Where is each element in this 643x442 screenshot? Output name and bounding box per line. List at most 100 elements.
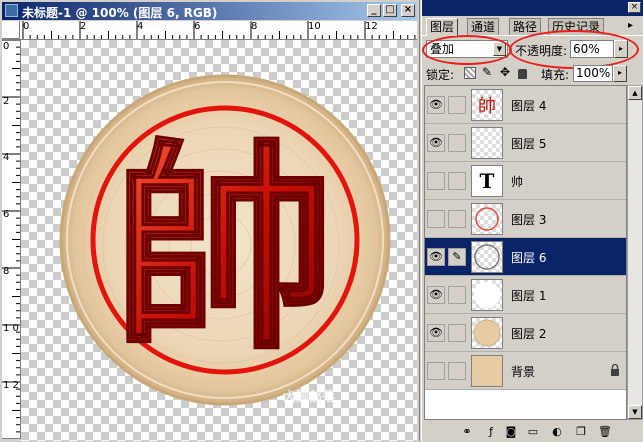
new-group-icon[interactable]: ▭ — [526, 425, 540, 439]
link-slot[interactable] — [448, 134, 466, 152]
link-slot[interactable] — [448, 96, 466, 114]
maximize-button[interactable]: □ — [383, 4, 397, 17]
eye-slot-hidden[interactable] — [427, 362, 445, 380]
link-slot[interactable] — [448, 210, 466, 228]
h-ruler-label: 2 — [80, 21, 87, 32]
watermark-text: 大脚部落 — [283, 390, 336, 405]
opacity-slider-arrow[interactable]: ▸ — [614, 40, 628, 58]
canvas[interactable]: 帥 大脚部落 — [21, 40, 417, 441]
tab-history[interactable]: 历史记录 — [548, 18, 605, 35]
layers-palette: × 图层 通道 路径 历史记录 ▸ 叠加 ▼ 不透明度: 60% ▸ 锁定: ✎… — [421, 0, 643, 441]
layer-row[interactable]: 👁 图层 5 — [425, 124, 626, 162]
close-button[interactable]: × — [401, 4, 415, 17]
document-title-bar[interactable]: 未标题-1 @ 100% (图层 6, RGB) _ □ × — [2, 2, 417, 20]
lock-all-icon[interactable] — [518, 69, 527, 79]
link-slot[interactable] — [448, 286, 466, 304]
h-ruler-label: 0 — [23, 21, 30, 32]
add-mask-icon[interactable]: ◙ — [504, 425, 518, 439]
layers-scrollbar[interactable]: ▲ ▼ — [627, 85, 643, 420]
eye-slot-hidden[interactable] — [427, 172, 445, 190]
fill-label: 填充: — [541, 68, 570, 82]
ruler-origin[interactable] — [2, 21, 20, 39]
link-slot[interactable] — [448, 324, 466, 342]
vertical-ruler[interactable]: 0 2 4 6 8 1 0 1 2 — [2, 39, 21, 439]
blend-mode-dropdown[interactable]: 叠加 ▼ — [426, 40, 508, 58]
new-layer-icon[interactable]: ❐ — [574, 425, 588, 439]
photoshop-doc-icon — [5, 4, 18, 17]
eye-icon[interactable]: 👁 — [427, 96, 445, 114]
layer-row[interactable]: 图层 3 — [425, 200, 626, 238]
add-style-icon[interactable]: ƒ — [484, 425, 498, 439]
opacity-field[interactable]: 60% — [570, 40, 614, 58]
eye-icon[interactable]: 👁 — [427, 134, 445, 152]
lock-transparency-icon[interactable] — [464, 67, 476, 79]
palette-bottom-bar: ⚭ ƒ ◙ ▭ ◐ ❐ 🗑 — [422, 422, 643, 442]
eye-icon[interactable]: 👁 — [427, 286, 445, 304]
lock-icon — [610, 363, 620, 376]
scroll-down-arrow[interactable]: ▼ — [628, 405, 642, 419]
v-ruler-label: 2 — [3, 96, 10, 107]
eye-slot-hidden[interactable] — [427, 210, 445, 228]
lock-move-icon[interactable]: ✥ — [500, 66, 512, 79]
layer-thumbnail: 帥 — [471, 89, 503, 121]
h-ruler-label: 6 — [194, 21, 201, 32]
horizontal-ruler[interactable]: 0 2 4 6 8 10 12 — [20, 21, 417, 40]
eye-icon[interactable]: 👁 — [427, 324, 445, 342]
eye-icon[interactable]: 👁 — [427, 248, 445, 266]
trash-icon[interactable]: 🗑 — [598, 425, 612, 439]
scroll-up-arrow[interactable]: ▲ — [628, 86, 642, 100]
fill-slider-arrow[interactable]: ▸ — [613, 65, 627, 82]
layer-thumbnail — [471, 127, 503, 159]
layer-name: 图层 4 — [511, 99, 547, 113]
layer-row-selected[interactable]: 👁 ✎ 图层 6 — [425, 238, 626, 276]
v-ruler-label: 8 — [3, 266, 10, 277]
layer-name: 图层 5 — [511, 137, 547, 151]
minimize-button[interactable]: _ — [367, 4, 381, 17]
tab-channels[interactable]: 通道 — [467, 18, 500, 35]
layer-row[interactable]: 👁 图层 2 — [425, 314, 626, 352]
lock-label: 锁定: — [426, 68, 455, 82]
palette-body: 叠加 ▼ 不透明度: 60% ▸ 锁定: ✎ ✥ 填充: 100% ▸ 👁 帥 — [422, 30, 643, 442]
brush-icon[interactable]: ✎ — [448, 248, 466, 266]
palette-close-button[interactable]: × — [628, 2, 641, 13]
v-ruler-label: 0 — [3, 41, 10, 52]
layers-list: 👁 帥 图层 4 👁 图层 5 T 帅 图层 3 👁 ✎ 图层 6 👁 图层 1… — [424, 85, 627, 420]
opacity-label: 不透明度: — [515, 44, 568, 58]
chess-piece-artwork: 帥 — [59, 74, 391, 406]
h-ruler-label: 4 — [137, 21, 144, 32]
layer-name: 背景 — [511, 365, 536, 379]
fill-field[interactable]: 100% — [573, 65, 613, 82]
palette-menu-arrow[interactable]: ▸ — [628, 20, 633, 31]
layer-name: 图层 2 — [511, 327, 547, 341]
v-ruler-label: 6 — [3, 209, 10, 220]
layer-name: 图层 3 — [511, 213, 547, 227]
tab-layers[interactable]: 图层 — [426, 18, 459, 36]
layer-row[interactable]: 👁 图层 1 — [425, 276, 626, 314]
v-ruler-label: 1 2 — [3, 380, 19, 391]
layer-row[interactable]: 👁 帥 图层 4 — [425, 86, 626, 124]
lock-paint-brush-icon[interactable]: ✎ — [482, 66, 494, 79]
link-slot[interactable] — [448, 362, 466, 380]
layer-thumbnail — [471, 355, 503, 387]
link-layers-icon[interactable]: ⚭ — [460, 425, 474, 439]
layer-name: 图层 1 — [511, 289, 547, 303]
document-window: 未标题-1 @ 100% (图层 6, RGB) _ □ × 0 2 4 6 8… — [0, 0, 420, 441]
h-ruler-label: 8 — [251, 21, 258, 32]
chevron-down-icon[interactable]: ▼ — [493, 42, 506, 56]
tab-paths[interactable]: 路径 — [509, 18, 542, 35]
link-slot[interactable] — [448, 172, 466, 190]
layer-thumbnail — [471, 317, 503, 349]
palette-title-bar[interactable]: × — [422, 0, 643, 16]
layer-name: 帅 — [511, 175, 524, 189]
adjustment-layer-icon[interactable]: ◐ — [550, 425, 564, 439]
v-ruler-label: 1 0 — [3, 323, 19, 334]
h-ruler-label: 10 — [308, 21, 321, 32]
layer-row[interactable]: 背景 — [425, 352, 626, 390]
layer-thumbnail — [471, 241, 503, 273]
lock-row: 锁定: ✎ ✥ 填充: 100% ▸ — [426, 65, 640, 83]
layer-row[interactable]: T 帅 — [425, 162, 626, 200]
layer-name: 图层 6 — [511, 251, 547, 265]
document-title: 未标题-1 @ 100% (图层 6, RGB) — [22, 6, 218, 20]
artwork-character: 帥 — [114, 120, 336, 380]
layer-thumbnail — [471, 203, 503, 235]
